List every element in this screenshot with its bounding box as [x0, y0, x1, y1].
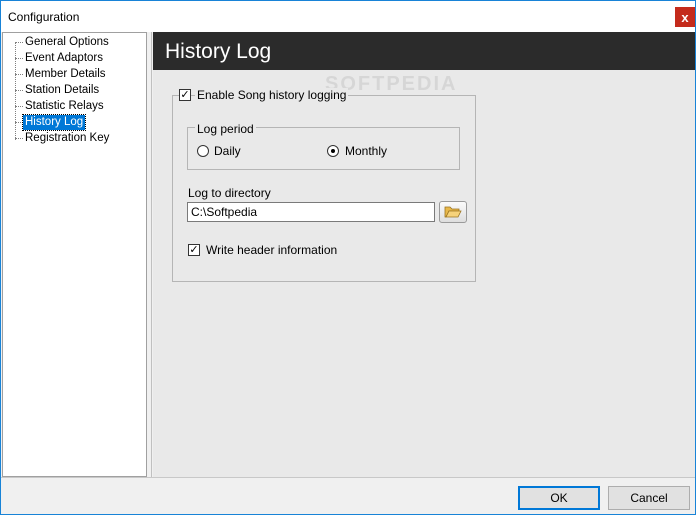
tree-item-registration-key[interactable]: Registration Key: [23, 131, 111, 146]
monthly-radio[interactable]: [327, 145, 339, 157]
tree-connector: [15, 58, 23, 59]
cancel-button[interactable]: Cancel: [608, 486, 690, 510]
close-button[interactable]: x: [675, 7, 695, 27]
enable-logging-checkbox[interactable]: ✓: [179, 89, 191, 101]
settings-panel: History Log SOFTPEDIA ✓ Enable Song hist…: [153, 32, 695, 477]
tree-connector: [15, 122, 23, 123]
tree-connector: [15, 42, 16, 140]
panel-header: History Log: [153, 32, 695, 70]
title-bar: Configuration x: [1, 1, 695, 32]
tree-item-general-options[interactable]: General Options: [23, 35, 111, 50]
dialog-footer: OK Cancel: [1, 477, 695, 514]
browse-directory-button[interactable]: [439, 201, 467, 223]
pane-splitter[interactable]: [147, 32, 152, 477]
tree-connector: [15, 106, 23, 107]
daily-label: Daily: [214, 144, 241, 158]
tree-item-event-adaptors[interactable]: Event Adaptors: [23, 51, 105, 66]
tree-item-member-details[interactable]: Member Details: [23, 67, 108, 82]
tree-connector: [15, 90, 23, 91]
configuration-window: Configuration x General Options Event Ad…: [0, 0, 696, 515]
navigation-tree: General Options Event Adaptors Member De…: [2, 32, 147, 477]
tree-connector: [15, 138, 23, 139]
ok-button[interactable]: OK: [518, 486, 600, 510]
write-header-label: Write header information: [206, 243, 338, 257]
tree-connector: [15, 74, 23, 75]
daily-radio[interactable]: [197, 145, 209, 157]
log-directory-input[interactable]: [187, 202, 435, 222]
tree-connector: [15, 42, 23, 43]
tree-item-station-details[interactable]: Station Details: [23, 83, 101, 98]
window-title: Configuration: [8, 10, 80, 24]
panel-title: History Log: [165, 40, 272, 63]
write-header-checkbox[interactable]: ✓: [188, 244, 200, 256]
tree-item-history-log[interactable]: History Log: [21, 114, 87, 131]
close-icon: x: [681, 9, 689, 25]
log-period-legend: Log period: [195, 122, 256, 136]
monthly-label: Monthly: [345, 144, 388, 158]
enable-logging-label: Enable Song history logging: [195, 88, 349, 102]
folder-open-icon: [444, 206, 462, 218]
tree-item-statistic-relays[interactable]: Statistic Relays: [23, 99, 106, 114]
log-directory-label: Log to directory: [188, 186, 271, 200]
